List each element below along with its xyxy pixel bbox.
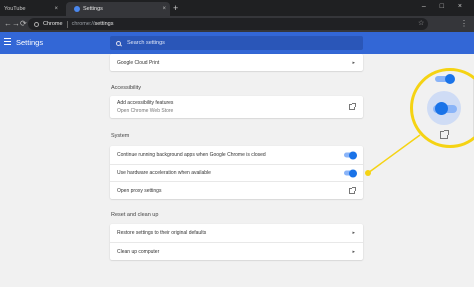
- row-label: Continue running background apps when Go…: [117, 152, 266, 158]
- browser-toolbar: ← → ⟳ Chrome chrome://settings ☆ ⋮: [0, 16, 474, 32]
- site-info-icon[interactable]: [34, 21, 39, 27]
- zoomed-hardware-acceleration-toggle: [433, 102, 457, 115]
- row-label: Open proxy settings: [117, 187, 162, 194]
- new-tab-button[interactable]: +: [173, 3, 178, 13]
- background-apps-row: Continue running background apps when Go…: [110, 146, 363, 164]
- add-accessibility-features-row[interactable]: Add accessibility features Open Chrome W…: [110, 96, 363, 118]
- hamburger-menu-icon[interactable]: [4, 38, 11, 46]
- row-sublabel: Open Chrome Web Store: [117, 108, 174, 114]
- address-bar[interactable]: Chrome chrome://settings: [28, 18, 428, 30]
- chevron-right-icon: ▸: [352, 248, 355, 255]
- reload-icon[interactable]: ⟳: [20, 19, 27, 29]
- open-proxy-settings-row[interactable]: Open proxy settings: [110, 181, 363, 199]
- tab-label: Settings: [83, 6, 103, 12]
- google-cloud-print-row[interactable]: Google Cloud Print ▸: [110, 54, 363, 71]
- reset-card: Restore settings to their original defau…: [110, 224, 363, 260]
- settings-content: Google Cloud Print ▸ Accessibility Add a…: [0, 54, 474, 287]
- tab-label: YouTube: [4, 6, 26, 12]
- window-controls[interactable]: – □ ×: [422, 3, 468, 10]
- back-icon[interactable]: ←: [4, 19, 12, 29]
- hardware-acceleration-toggle[interactable]: [344, 169, 357, 177]
- row-label: Google Cloud Print: [117, 59, 160, 66]
- bookmark-star-icon[interactable]: ☆: [418, 19, 424, 27]
- restore-defaults-row[interactable]: Restore settings to their original defau…: [110, 224, 363, 242]
- chevron-right-icon: ▸: [352, 59, 355, 66]
- divider: [66, 20, 68, 28]
- settings-favicon-icon: [74, 6, 80, 12]
- clean-up-computer-row[interactable]: Clean up computer ▸: [110, 242, 363, 260]
- external-link-icon: [349, 186, 356, 194]
- settings-card-top: Google Cloud Print ▸: [110, 54, 363, 71]
- menu-icon[interactable]: ⋮: [460, 19, 468, 29]
- search-icon: [116, 40, 121, 46]
- forward-icon[interactable]: →: [12, 19, 20, 29]
- search-settings-input[interactable]: Search settings: [110, 36, 363, 50]
- settings-header: Settings Search settings: [0, 32, 474, 54]
- row-label: Restore settings to their original defau…: [117, 230, 207, 236]
- external-link-icon: [349, 103, 356, 110]
- tab-strip: YouTube × Settings × + – □ ×: [0, 0, 474, 16]
- accessibility-card: Add accessibility features Open Chrome W…: [110, 96, 363, 118]
- section-title-accessibility: Accessibility: [111, 85, 141, 91]
- hardware-acceleration-row: Use hardware acceleration when available: [110, 164, 363, 181]
- search-placeholder: Search settings: [127, 40, 165, 46]
- chevron-right-icon: ▸: [352, 230, 355, 236]
- row-label: Use hardware acceleration when available: [117, 170, 211, 176]
- close-icon[interactable]: ×: [54, 6, 58, 12]
- section-title-reset: Reset and clean up: [111, 212, 159, 218]
- tab-settings[interactable]: Settings ×: [66, 2, 170, 16]
- page-title: Settings: [16, 38, 44, 47]
- tab-youtube[interactable]: YouTube ×: [0, 2, 62, 16]
- callout-dot: [365, 170, 371, 176]
- section-title-system: System: [111, 133, 130, 139]
- site-chip: Chrome: [43, 21, 63, 27]
- background-apps-toggle[interactable]: [344, 151, 357, 159]
- external-link-icon: [440, 130, 449, 139]
- row-label: Add accessibility features: [117, 100, 174, 106]
- close-icon[interactable]: ×: [162, 6, 166, 12]
- row-label: Clean up computer: [117, 248, 160, 255]
- zoomed-toggle-icon: [435, 73, 455, 84]
- url-text: chrome://settings: [71, 21, 114, 27]
- system-card: Continue running background apps when Go…: [110, 146, 363, 199]
